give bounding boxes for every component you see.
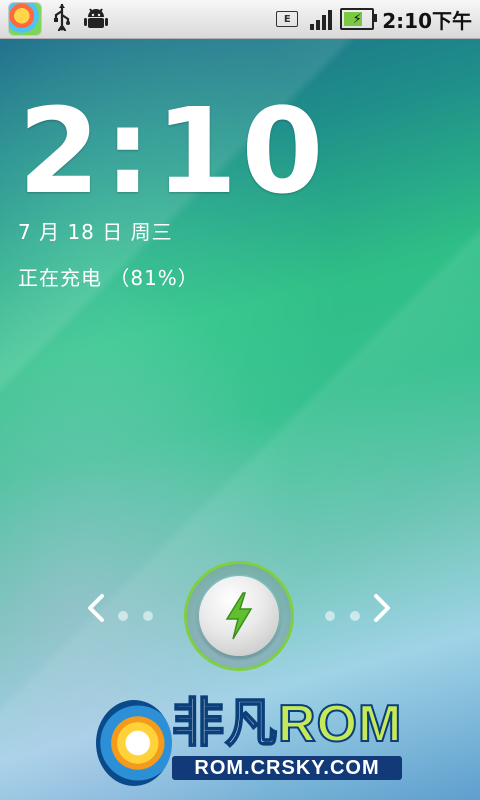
slider-dot xyxy=(143,611,153,621)
slider-dot xyxy=(118,611,128,621)
network-type-badge: E xyxy=(276,11,299,27)
logo-brand-rom: ROM xyxy=(277,695,403,753)
lightning-icon xyxy=(225,592,253,640)
charging-status: 正在充电 （81%） xyxy=(18,266,199,290)
status-bar: E ⚡ 2:10下午 xyxy=(0,0,480,39)
signal-icon xyxy=(310,8,333,30)
lockscreen-clock: 2:10 xyxy=(18,82,328,220)
slider-dot xyxy=(350,611,360,621)
lockscreen-date: 7 月 18 日 周三 xyxy=(18,220,173,244)
slider-dot xyxy=(325,611,335,621)
status-time: 2:10 xyxy=(382,8,432,33)
usb-icon xyxy=(52,3,72,36)
android-debug-icon xyxy=(82,3,110,36)
battery-charging-icon: ⚡ xyxy=(340,8,378,30)
app-launcher-icon[interactable] xyxy=(8,2,42,36)
unlock-handle[interactable] xyxy=(199,576,279,656)
logo-url: ROM.CRSKY.COM xyxy=(172,756,402,780)
status-time-suffix: 下午 xyxy=(432,8,472,33)
chevron-right-icon xyxy=(372,593,392,629)
unlock-slider[interactable] xyxy=(0,555,480,675)
watermark-logo: 非凡ROM ROM.CRSKY.COM xyxy=(96,694,416,794)
chevron-left-icon xyxy=(86,593,106,629)
logo-emblem-icon xyxy=(96,700,172,786)
logo-brand-cn: 非凡 xyxy=(171,695,279,753)
